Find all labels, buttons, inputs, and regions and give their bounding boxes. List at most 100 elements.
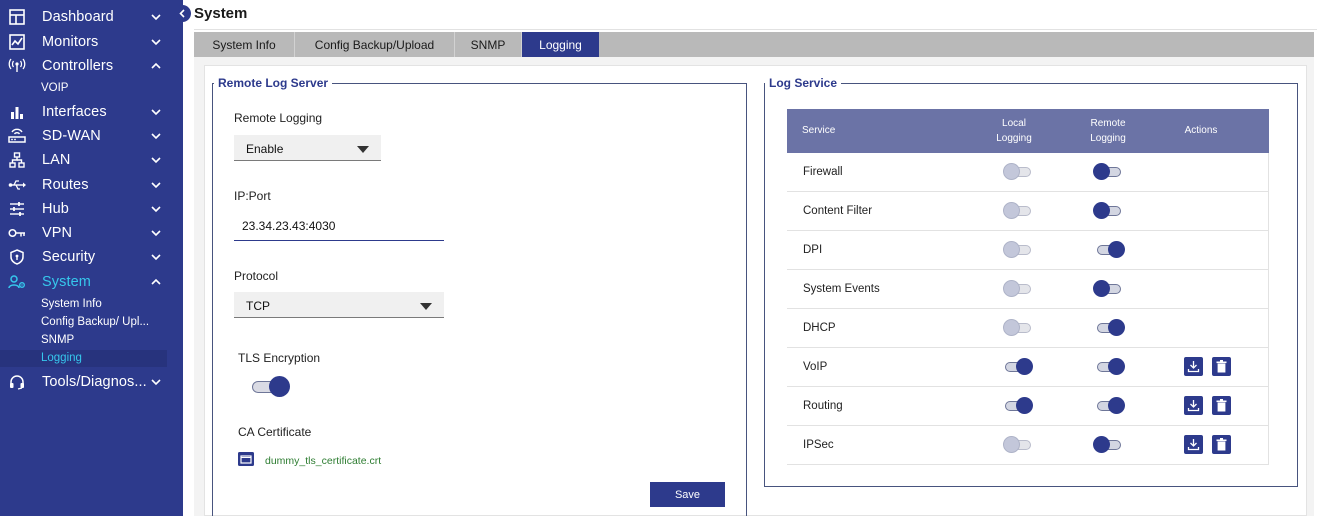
ca-certificate-file[interactable]: dummy_tls_certificate.crt (265, 455, 381, 467)
table-row: System Events (787, 270, 1269, 309)
dropdown-arrow-icon (357, 146, 369, 153)
chevron-up-icon (151, 62, 161, 69)
toggle-knob (1108, 358, 1125, 375)
sub-item-system-info[interactable]: System Info (41, 296, 102, 313)
ip-port-input[interactable] (234, 212, 444, 241)
nav-label: Security (42, 249, 96, 265)
lan-tree-icon (7, 151, 26, 169)
nav-label: Tools/Diagnos... (42, 374, 147, 390)
ca-certificate-label: CA Certificate (238, 425, 312, 439)
collapse-sidebar-button[interactable] (174, 5, 191, 22)
download-icon (1187, 361, 1200, 373)
tab-snmp[interactable]: SNMP (455, 32, 522, 57)
nav-label: Controllers (42, 58, 114, 74)
trash-icon (1216, 360, 1227, 373)
nav-system[interactable]: System (0, 270, 183, 294)
remote-log-server-legend: Remote Log Server (214, 76, 333, 90)
tab-logging[interactable]: Logging (522, 32, 599, 57)
remote-logging-toggle[interactable] (1093, 200, 1123, 222)
nav-security[interactable]: Security (0, 245, 183, 269)
local-logging-toggle[interactable] (1003, 395, 1033, 417)
nav-dashboard[interactable]: Dashboard (0, 5, 183, 29)
table-row: Firewall (787, 153, 1269, 192)
nav-sd-wan[interactable]: SD-WAN (0, 124, 183, 148)
chevron-down-icon (151, 379, 161, 386)
remote-logging-toggle[interactable] (1095, 395, 1125, 417)
nav-tools-diagnostics[interactable]: Tools/Diagnos... (0, 370, 183, 394)
table-header: Service Local Logging Remote Logging Act… (787, 109, 1269, 153)
nav-vpn[interactable]: VPN (0, 221, 183, 245)
local-logging-toggle[interactable] (1003, 356, 1033, 378)
toggle-knob (269, 376, 290, 397)
nav-hub[interactable]: Hub (0, 197, 183, 221)
usb-routes-icon (7, 176, 26, 194)
col-remote-logging-line2: Logging (1090, 133, 1126, 144)
nav-label: Hub (42, 201, 69, 217)
table-right-border (1268, 153, 1269, 464)
local-logging-toggle[interactable] (1003, 239, 1033, 261)
delete-button[interactable] (1212, 357, 1231, 376)
service-name: Firewall (803, 166, 843, 178)
protocol-select[interactable]: TCP (234, 292, 444, 318)
local-logging-toggle[interactable] (1003, 161, 1033, 183)
chevron-down-icon (151, 182, 161, 189)
remote-logging-toggle[interactable] (1095, 317, 1125, 339)
save-button[interactable]: Save (650, 482, 725, 507)
service-name: Routing (803, 400, 843, 412)
download-button[interactable] (1184, 396, 1203, 415)
remote-logging-toggle[interactable] (1093, 434, 1123, 456)
router-icon (7, 127, 26, 145)
remote-logging-select[interactable]: Enable (234, 135, 381, 161)
key-icon (7, 224, 26, 242)
remote-logging-toggle[interactable] (1095, 356, 1125, 378)
service-name: DHCP (803, 322, 836, 334)
local-logging-toggle[interactable] (1003, 317, 1033, 339)
delete-button[interactable] (1212, 396, 1231, 415)
toggle-knob (1108, 241, 1125, 258)
col-remote-logging: Remote Logging (1081, 116, 1135, 146)
antenna-icon (7, 57, 26, 75)
sub-item-snmp[interactable]: SNMP (41, 332, 74, 349)
nav-monitors[interactable]: Monitors (0, 30, 183, 54)
toggle-knob (1093, 202, 1110, 219)
table-row: IPSec (787, 426, 1269, 465)
folder-icon[interactable] (238, 452, 254, 466)
remote-logging-toggle[interactable] (1093, 278, 1123, 300)
col-local-logging: Local Logging (987, 116, 1041, 146)
nav-lan[interactable]: LAN (0, 148, 183, 172)
shield-icon (7, 248, 26, 266)
sliders-icon (7, 200, 26, 218)
header-divider (194, 29, 1317, 30)
monitor-chart-icon (7, 33, 26, 51)
toggle-knob (1108, 319, 1125, 336)
service-name: System Events (803, 283, 880, 295)
local-logging-toggle[interactable] (1003, 200, 1033, 222)
nav-label: Routes (42, 177, 89, 193)
nav-label: LAN (42, 152, 71, 168)
nav-routes[interactable]: Routes (0, 173, 183, 197)
tab-system-info[interactable]: System Info (194, 32, 295, 57)
nav-label: System (42, 274, 91, 290)
nav-controllers[interactable]: Controllers (0, 54, 183, 78)
delete-button[interactable] (1212, 435, 1231, 454)
local-logging-toggle[interactable] (1003, 278, 1033, 300)
remote-logging-label: Remote Logging (234, 111, 323, 125)
nav-interfaces[interactable]: Interfaces (0, 100, 183, 124)
sub-item-voip[interactable]: VOIP (41, 80, 68, 97)
local-logging-toggle[interactable] (1003, 434, 1033, 456)
system-users-icon (7, 273, 26, 291)
protocol-value: TCP (246, 299, 270, 313)
tab-config-backup-upload[interactable]: Config Backup/Upload (295, 32, 455, 57)
download-button[interactable] (1184, 357, 1203, 376)
col-local-logging-line2: Logging (996, 133, 1032, 144)
remote-logging-toggle[interactable] (1093, 161, 1123, 183)
sub-item-logging[interactable]: Logging (41, 350, 82, 367)
service-name: VoIP (803, 361, 828, 373)
tls-encryption-toggle[interactable] (250, 375, 292, 399)
col-actions: Actions (1184, 125, 1218, 136)
sub-item-config-backup[interactable]: Config Backup/ Upl... (41, 314, 149, 331)
remote-logging-toggle[interactable] (1095, 239, 1125, 261)
chevron-down-icon (151, 254, 161, 261)
download-button[interactable] (1184, 435, 1203, 454)
col-remote-logging-line1: Remote (1090, 118, 1126, 129)
